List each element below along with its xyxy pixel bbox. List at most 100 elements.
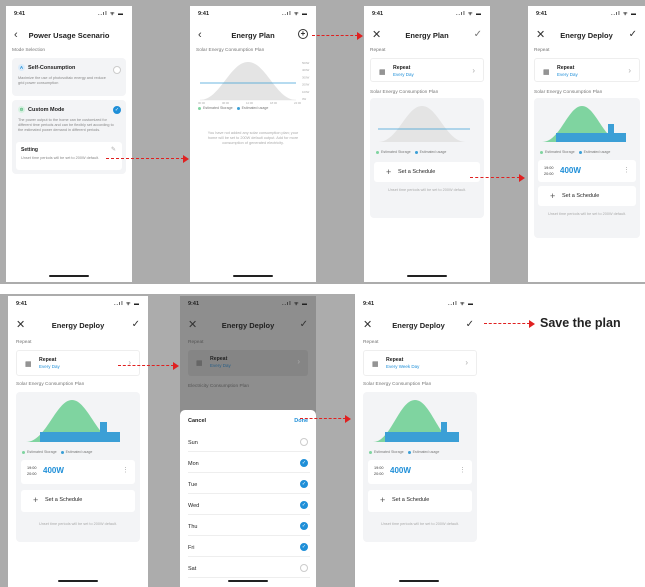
day-row-sun[interactable]: Sun	[188, 434, 310, 452]
signal-wifi-battery-icon: ..ıl ᯤ ▬	[282, 301, 308, 307]
self-consumption-radio[interactable]	[113, 66, 121, 74]
day-checkbox[interactable]	[300, 438, 308, 446]
calendar-icon: ▦	[25, 361, 32, 368]
schedule-item[interactable]: 19:00 20:00 400W ⋮	[21, 460, 135, 484]
confirm-icon[interactable]: ✓	[132, 319, 140, 331]
page-title: Energy Plan	[405, 31, 449, 40]
plan-card: Estimated Storage Estimated usage 19:00 2…	[363, 392, 477, 542]
calendar-icon: ▦	[196, 360, 203, 367]
edit-icon[interactable]: ✎	[111, 146, 116, 153]
deploy-chart	[542, 106, 626, 142]
set-schedule-button[interactable]: + Set a Schedule	[374, 162, 480, 182]
chart-legend: Estimated Storage Estimated usage	[372, 150, 446, 154]
screen-energy-deploy-final: 9:41 ..ıl ᯤ ▬ ✕ Energy Deploy ✓ Repeat ▦ Rep…	[354, 296, 482, 587]
day-row-thu[interactable]: Thu ✓	[188, 518, 310, 536]
cancel-button[interactable]: Cancel	[188, 418, 206, 424]
plus-icon: +	[33, 495, 39, 505]
page-title: Energy Deploy	[51, 321, 105, 330]
plus-icon: +	[386, 167, 392, 177]
x-tick-label: 00:00	[198, 101, 205, 104]
repeat-row[interactable]: ▦ Repeat Every Day ›	[370, 58, 484, 82]
x-tick-label: 12:00	[246, 101, 253, 104]
chart-legend: Estimated Storage Estimated usage	[18, 450, 92, 454]
repeat-row[interactable]: ▦ Repeat Every Day ›	[534, 58, 640, 82]
confirm-icon[interactable]: ✓	[466, 319, 474, 331]
day-row-wed[interactable]: Wed ✓	[188, 497, 310, 515]
day-checkbox[interactable]: ✓	[300, 501, 308, 509]
flow-arrow-head	[357, 32, 363, 40]
y-tick-label: 0W	[302, 97, 307, 101]
x-tick-label: 18:00	[270, 101, 277, 104]
custom-mode-option[interactable]: ⚙ Custom Mode ✓ The power output to the …	[12, 100, 126, 174]
custom-mode-radio[interactable]: ✓	[113, 106, 121, 114]
plan-card: Estimated Storage Estimated usage 19:00 2…	[16, 392, 140, 542]
repeat-row[interactable]: ▦ Repeat Every Day ›	[16, 350, 140, 376]
chevron-right-icon: ›	[472, 66, 475, 75]
flow-arrow-head	[183, 155, 189, 163]
set-schedule-button[interactable]: + Set a Schedule	[368, 490, 472, 512]
day-row-fri[interactable]: Fri ✓	[188, 539, 310, 557]
solar-chart-empty: 500W 400W 300W 200W 100W 0W 00:00 06:00 12:00 18…	[198, 61, 310, 104]
repeat-row[interactable]: ▦ Repeat Every Week Day ›	[363, 350, 477, 376]
solar-curve	[378, 106, 466, 142]
chevron-right-icon: ›	[465, 358, 468, 367]
flow-arrow-head	[173, 362, 179, 370]
day-row-sat[interactable]: Sat	[188, 560, 310, 578]
flow-arrow	[312, 35, 358, 36]
plus-icon: +	[380, 495, 386, 505]
more-icon[interactable]: ⋮	[459, 466, 466, 474]
y-tick-label: 200W	[302, 83, 310, 87]
home-indicator	[58, 580, 98, 582]
flow-arrow-head	[529, 320, 535, 328]
flow-arrow-head	[345, 415, 351, 423]
day-row-tue[interactable]: Tue ✓	[188, 476, 310, 494]
set-schedule-button[interactable]: + Set a Schedule	[538, 186, 636, 206]
confirm-icon[interactable]: ✓	[474, 29, 482, 41]
flow-arrow	[484, 323, 530, 324]
self-consumption-option[interactable]: A Self-Consumption Maximize the use of p…	[12, 58, 126, 96]
day-checkbox[interactable]: ✓	[300, 543, 308, 551]
flow-arrow	[470, 177, 520, 178]
chart-legend: Estimated Storage Estimated usage	[194, 106, 268, 110]
day-checkbox[interactable]: ✓	[300, 480, 308, 488]
day-checkbox[interactable]: ✓	[300, 459, 308, 467]
confirm-icon[interactable]: ✓	[629, 29, 637, 41]
home-indicator	[233, 275, 273, 277]
confirm-icon[interactable]: ✓	[300, 319, 308, 331]
home-indicator	[49, 275, 89, 277]
deploy-chart	[26, 400, 120, 442]
setting-card[interactable]: Setting ✎ Unset time periods will be set…	[16, 142, 122, 170]
signal-wifi-battery-icon: ..ıl ᯤ ▬	[611, 11, 637, 17]
solar-curve	[200, 62, 296, 100]
schedule-item[interactable]: 19:00 20:00 400W ⋮	[538, 160, 636, 182]
add-plan-icon[interactable]: +	[298, 29, 308, 39]
page-title: Energy Deploy	[221, 321, 275, 330]
schedule-item[interactable]: 19:00 20:00 400W ⋮	[368, 460, 472, 484]
solar-chart	[378, 106, 470, 142]
signal-wifi-battery-icon: ..ıl ᯤ ▬	[282, 11, 308, 17]
plan-card: Estimated Storage Estimated usage 19:00 2…	[534, 98, 640, 238]
screen-energy-deploy: 9:41 ..ıl ᯤ ▬ ✕ Energy Deploy ✓ Repeat ▦ Rep…	[528, 6, 645, 282]
day-checkbox[interactable]	[300, 564, 308, 572]
y-tick-label: 500W	[302, 61, 310, 65]
home-indicator	[399, 580, 439, 582]
screen-energy-plan-empty: 9:41 ..ıl ᯤ ▬ ‹ Energy Plan + Solar Energy …	[190, 6, 316, 282]
page-title: Energy Deploy	[392, 321, 445, 330]
chart-legend: Estimated Storage Estimated usage	[365, 450, 439, 454]
chevron-right-icon: ›	[628, 66, 631, 75]
day-row-mon[interactable]: Mon ✓	[188, 455, 310, 473]
repeat-row[interactable]: ▦ Repeat Every Day ›	[188, 350, 308, 376]
screen-energy-plan: 9:41 ..ıl ᯤ ▬ ✕ Energy Plan ✓ Repeat ▦ Repea…	[364, 6, 490, 282]
screen-energy-deploy-2: 9:41 ..ıl ᯤ ▬ ✕ Energy Deploy ✓ Repeat ▦ Rep…	[8, 296, 148, 587]
screen-repeat-picker: 9:41 ..ıl ᯤ ▬ ✕ Energy Deploy ✓ Repeat ▦ Rep…	[180, 296, 316, 587]
save-plan-annotation: Save the plan	[540, 316, 621, 330]
deploy-chart	[373, 400, 459, 442]
more-icon[interactable]: ⋮	[122, 466, 129, 474]
more-icon[interactable]: ⋮	[623, 166, 630, 174]
status-bar: 9:41 ..ıl ᯤ ▬	[14, 11, 124, 17]
set-schedule-button[interactable]: + Set a Schedule	[21, 490, 135, 512]
usage-legend-dot	[236, 106, 240, 110]
day-checkbox[interactable]: ✓	[300, 522, 308, 530]
signal-wifi-battery-icon: ..ıl ᯤ ▬	[114, 301, 140, 307]
chart-legend: Estimated Storage Estimated usage	[536, 150, 610, 154]
